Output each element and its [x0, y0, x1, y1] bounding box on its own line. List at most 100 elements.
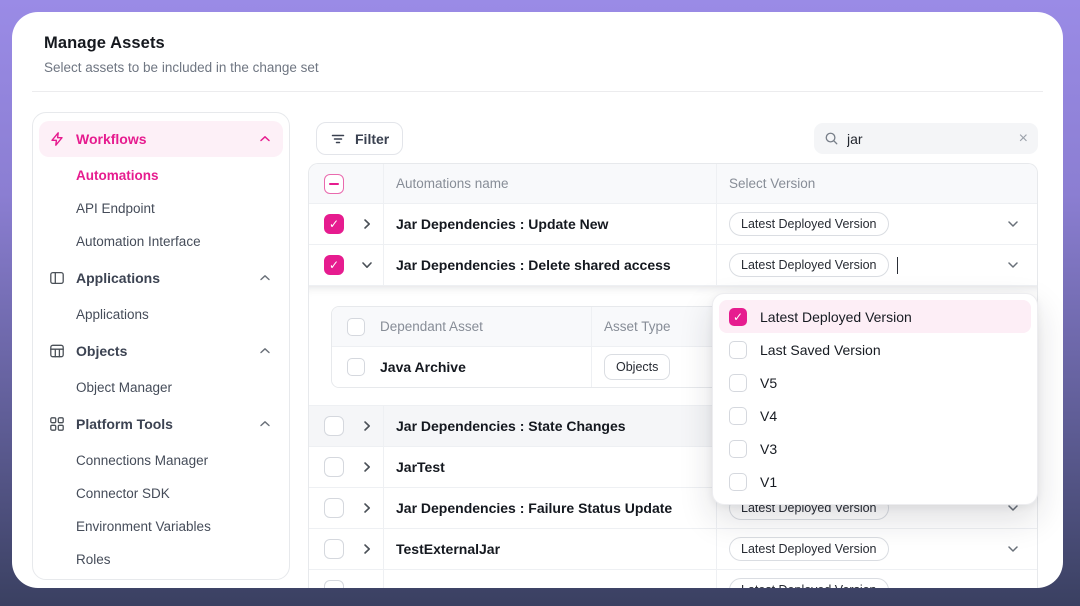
column-header-asset-type: Asset Type	[604, 319, 671, 334]
column-header-select-version: Select Version	[717, 164, 1037, 203]
option-label: Latest Deployed Version	[760, 309, 912, 325]
automation-name: Jar Dependencies : Update New	[384, 204, 717, 244]
search-input[interactable]	[847, 131, 1011, 147]
table-header-row: Automations name Select Version	[309, 164, 1037, 204]
version-select[interactable]: Latest Deployed Version	[717, 570, 1037, 588]
clear-search-icon[interactable]: ×	[1019, 131, 1028, 147]
asset-type-badge: Objects	[604, 354, 670, 380]
automation-name: Jar Dependencies : Failure Status Update	[384, 488, 717, 528]
sidebar-item-connections-manager[interactable]: Connections Manager	[39, 444, 283, 477]
table-row: Jar Dependencies : Delete shared access …	[309, 245, 1037, 286]
sidebar-item-api-endpoint[interactable]: API Endpoint	[39, 192, 283, 225]
option-label: V3	[760, 441, 777, 457]
page-title: Manage Assets	[44, 34, 319, 53]
header-divider	[32, 91, 1043, 92]
sidebar-item-environment-variables[interactable]: Environment Variables	[39, 510, 283, 543]
sidebar-section-platform-tools[interactable]: Platform Tools	[39, 406, 283, 442]
sidebar-section-label: Workflows	[76, 131, 147, 147]
select-all-checkbox[interactable]	[324, 174, 344, 194]
sidebar-item-object-manager[interactable]: Object Manager	[39, 371, 283, 404]
row-checkbox[interactable]	[324, 214, 344, 234]
version-select[interactable]: Latest Deployed Version	[717, 204, 1037, 244]
table-row: TestExternalJar Latest Deployed Version	[309, 529, 1037, 570]
sidebar-section-objects[interactable]: Objects	[39, 333, 283, 369]
sidebar-item-applications[interactable]: Applications	[39, 298, 283, 331]
column-header-automations-name: Automations name	[384, 164, 717, 203]
version-chip[interactable]: Latest Deployed Version	[729, 212, 889, 236]
expand-row-icon[interactable]	[359, 216, 375, 232]
dropdown-option-v5[interactable]: V5	[719, 366, 1031, 399]
table-icon	[49, 343, 65, 359]
dropdown-option-v4[interactable]: V4	[719, 399, 1031, 432]
option-checkbox[interactable]	[729, 473, 747, 491]
chevron-down-icon[interactable]	[1005, 541, 1021, 557]
chevron-up-icon[interactable]	[257, 270, 273, 286]
version-chip[interactable]: Latest Deployed Version	[729, 578, 889, 588]
asset-category-sidebar: Workflows Automations API Endpoint Autom…	[32, 112, 290, 580]
filter-icon	[330, 131, 346, 147]
row-checkbox[interactable]	[324, 416, 344, 436]
chevron-up-icon[interactable]	[257, 416, 273, 432]
column-header-dependant-asset: Dependant Asset	[380, 319, 483, 334]
search-box: ×	[814, 123, 1038, 154]
filter-button-label: Filter	[355, 131, 389, 147]
chevron-down-icon[interactable]	[1005, 216, 1021, 232]
sidebar-item-automation-interface[interactable]: Automation Interface	[39, 225, 283, 258]
expand-row-icon[interactable]	[359, 541, 375, 557]
sidebar-item-connector-sdk[interactable]: Connector SDK	[39, 477, 283, 510]
row-checkbox[interactable]	[324, 255, 344, 275]
expand-row-icon[interactable]	[359, 459, 375, 475]
option-label: V1	[760, 474, 777, 490]
row-checkbox[interactable]	[324, 580, 344, 588]
version-select-focused[interactable]: Latest Deployed Version	[717, 245, 1037, 285]
version-dropdown-menu: Latest Deployed Version Last Saved Versi…	[712, 293, 1038, 505]
dropdown-option-v1[interactable]: V1	[719, 465, 1031, 498]
option-checkbox[interactable]	[729, 341, 747, 359]
option-checkbox[interactable]	[729, 407, 747, 425]
option-checkbox[interactable]	[729, 374, 747, 392]
table-row: Jar Dependencies : Update New Latest Dep…	[309, 204, 1037, 245]
row-checkbox[interactable]	[324, 457, 344, 477]
sidebar-section-applications[interactable]: Applications	[39, 260, 283, 296]
dropdown-option-last-saved[interactable]: Last Saved Version	[719, 333, 1031, 366]
dependant-asset-name: Java Archive	[380, 359, 466, 375]
dropdown-option-latest-deployed[interactable]: Latest Deployed Version	[719, 300, 1031, 333]
expand-row-icon[interactable]	[359, 500, 375, 516]
page-subtitle: Select assets to be included in the chan…	[44, 60, 319, 75]
manage-assets-modal: Manage Assets Select assets to be includ…	[12, 12, 1063, 588]
subtable-select-all-checkbox[interactable]	[347, 318, 365, 336]
grid-icon	[49, 416, 65, 432]
automation-name: Jar Dependencies : State Changes	[384, 406, 717, 446]
row-checkbox[interactable]	[324, 498, 344, 518]
row-checkbox[interactable]	[324, 539, 344, 559]
table-row: Latest Deployed Version	[309, 570, 1037, 588]
window-icon	[49, 270, 65, 286]
chevron-up-icon[interactable]	[257, 131, 273, 147]
automation-name: Jar Dependencies : Delete shared access	[384, 245, 717, 285]
expand-row-icon[interactable]	[359, 418, 375, 434]
option-checkbox[interactable]	[729, 440, 747, 458]
dependant-checkbox[interactable]	[347, 358, 365, 376]
sidebar-item-automations[interactable]: Automations	[39, 159, 283, 192]
page-header: Manage Assets Select assets to be includ…	[44, 34, 319, 75]
zap-icon	[49, 131, 65, 147]
option-label: Last Saved Version	[760, 342, 881, 358]
version-chip[interactable]: Latest Deployed Version	[729, 253, 889, 277]
version-select[interactable]: Latest Deployed Version	[717, 529, 1037, 569]
chevron-down-icon[interactable]	[1005, 257, 1021, 273]
version-chip[interactable]: Latest Deployed Version	[729, 537, 889, 561]
filter-button[interactable]: Filter	[316, 122, 403, 155]
sidebar-section-label: Applications	[76, 270, 160, 286]
sidebar-section-workflows[interactable]: Workflows	[39, 121, 283, 157]
dropdown-option-v3[interactable]: V3	[719, 432, 1031, 465]
sidebar-item-roles[interactable]: Roles	[39, 543, 283, 576]
automation-name: TestExternalJar	[384, 529, 717, 569]
option-checkbox[interactable]	[729, 308, 747, 326]
option-label: V4	[760, 408, 777, 424]
option-label: V5	[760, 375, 777, 391]
chevron-up-icon[interactable]	[257, 343, 273, 359]
text-caret	[897, 257, 899, 274]
collapse-row-icon[interactable]	[359, 257, 375, 273]
search-icon	[824, 131, 839, 146]
sidebar-section-label: Objects	[76, 343, 127, 359]
